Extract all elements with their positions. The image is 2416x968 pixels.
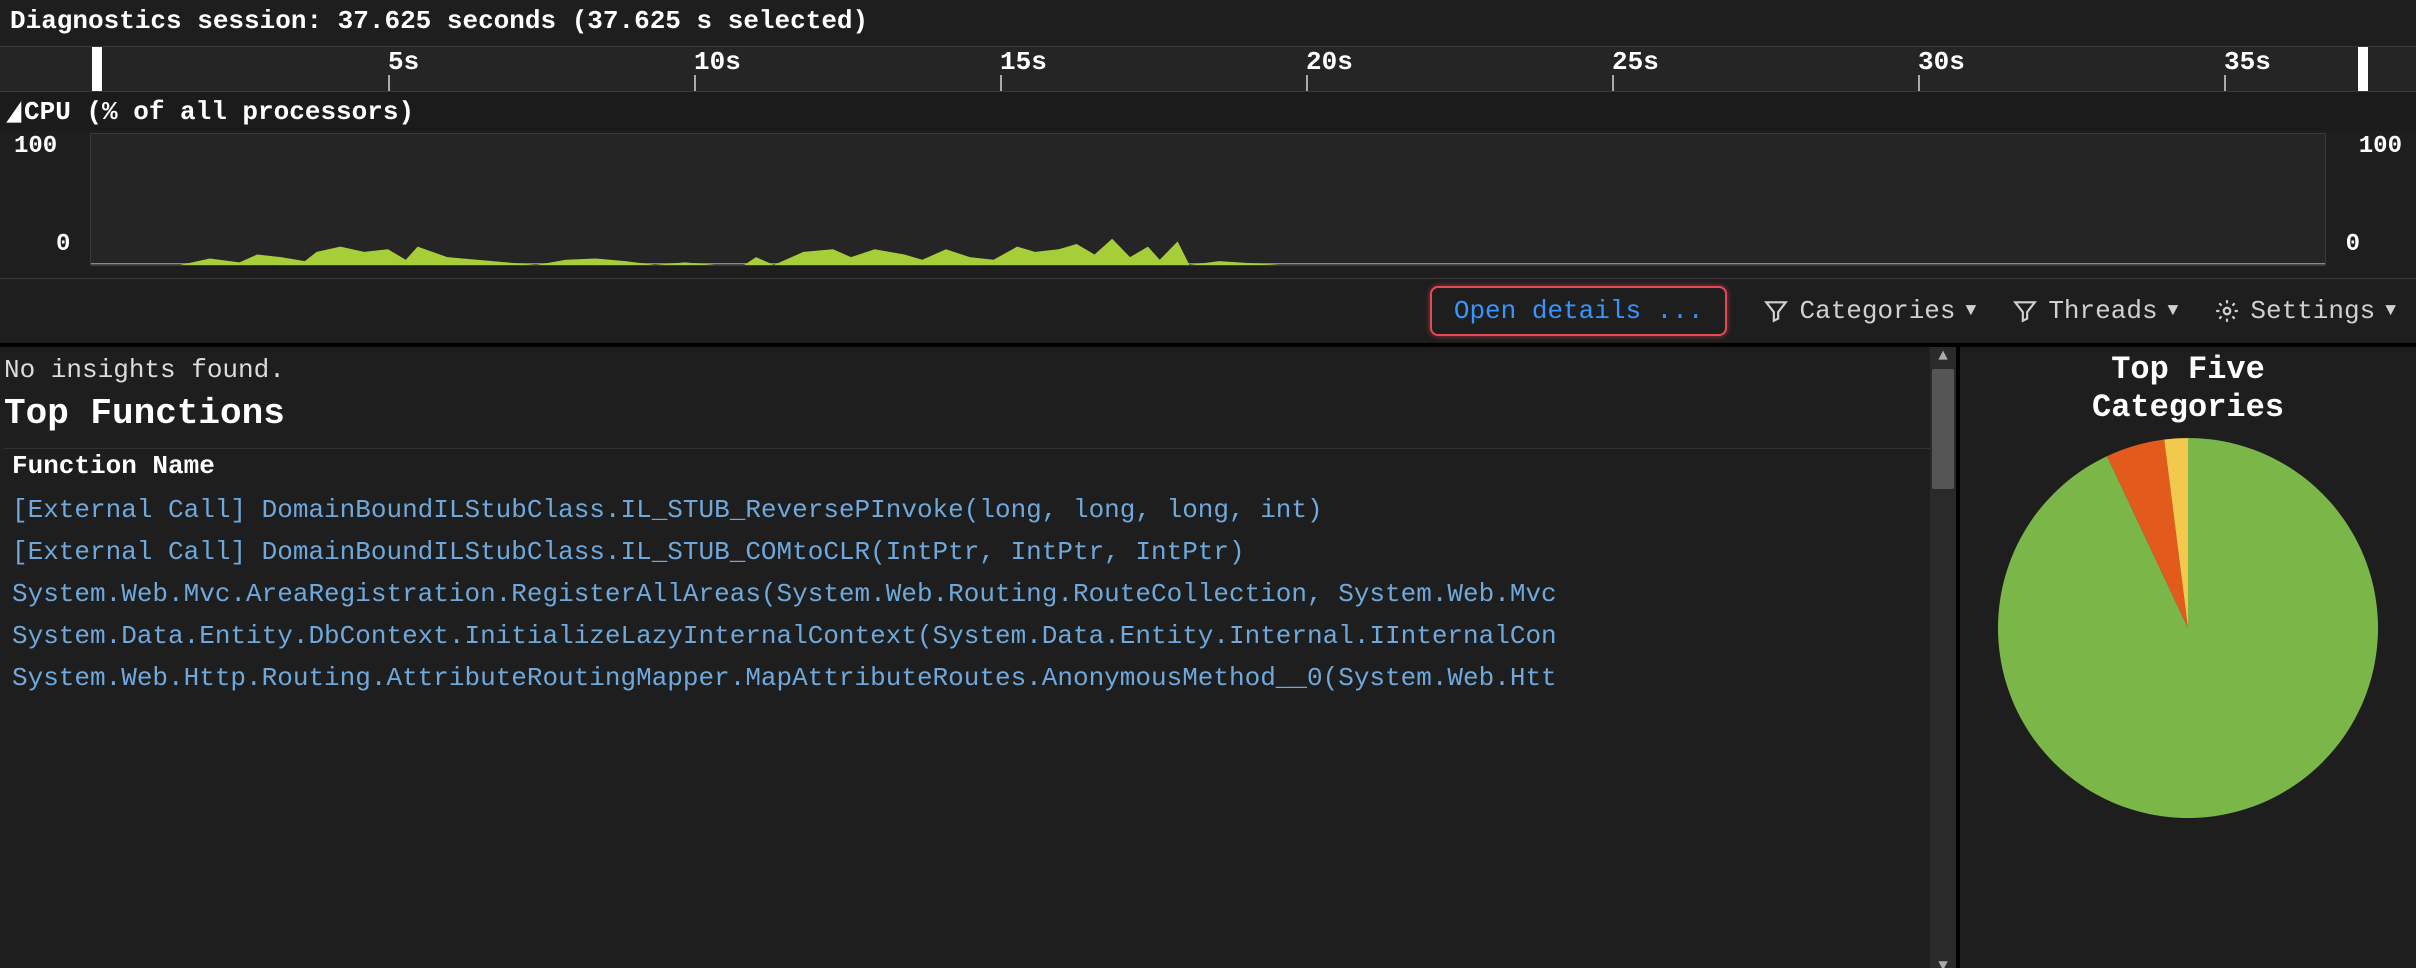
cpu-sparkline xyxy=(91,134,2325,265)
ruler-tick: 20s xyxy=(1306,47,1353,77)
insights-text: No insights found. xyxy=(4,353,1956,391)
functions-pane: No insights found. Top Functions Functio… xyxy=(0,347,1956,968)
open-details-link[interactable]: Open details ... xyxy=(1454,296,1704,326)
function-row[interactable]: System.Web.Mvc.AreaRegistration.Register… xyxy=(4,573,1956,615)
cpu-ymin-right: 0 xyxy=(2346,231,2360,258)
ruler-tick: 10s xyxy=(694,47,741,77)
pie-svg xyxy=(1998,438,2378,818)
scroll-down-arrow-icon[interactable]: ▼ xyxy=(1930,957,1956,968)
function-row[interactable]: [External Call] DomainBoundILStubClass.I… xyxy=(4,489,1956,531)
ruler-tick: 25s xyxy=(1612,47,1659,77)
top-functions-title: Top Functions xyxy=(4,391,1956,448)
ruler-tick: 15s xyxy=(1000,47,1047,77)
chevron-down-icon: ▼ xyxy=(1966,301,1977,321)
funnel-icon xyxy=(2012,298,2038,324)
categories-pie-pane: Top Five Categories xyxy=(1956,347,2416,968)
function-row[interactable]: System.Data.Entity.DbContext.InitializeL… xyxy=(4,615,1956,657)
threads-filter-button[interactable]: Threads ▼ xyxy=(2012,296,2178,326)
vertical-scrollbar[interactable]: ▲ ▼ xyxy=(1930,347,1956,968)
settings-label: Settings xyxy=(2250,296,2375,326)
threads-label: Threads xyxy=(2048,296,2157,326)
ruler-tick: 30s xyxy=(1918,47,1965,77)
open-details-highlight: Open details ... xyxy=(1430,286,1728,336)
pie-title: Top Five Categories xyxy=(2092,351,2284,428)
function-row[interactable]: [External Call] DomainBoundILStubClass.I… xyxy=(4,531,1956,573)
categories-label: Categories xyxy=(1799,296,1955,326)
cpu-panel-header[interactable]: ◢CPU (% of all processors) xyxy=(0,92,2416,131)
toolbar: Open details ... Categories ▼ Threads ▼ … xyxy=(0,279,2416,347)
function-row[interactable]: System.Web.Http.Routing.AttributeRouting… xyxy=(4,657,1956,699)
cpu-ymin-left: 0 xyxy=(56,231,70,258)
selection-end-handle[interactable] xyxy=(2358,47,2368,91)
lower-split: No insights found. Top Functions Functio… xyxy=(0,347,2416,968)
selection-start-handle[interactable] xyxy=(92,47,102,91)
cpu-ymax-left: 100 xyxy=(14,133,57,160)
disclosure-triangle-icon[interactable]: ◢ xyxy=(7,96,21,127)
chevron-down-icon: ▼ xyxy=(2168,301,2179,321)
cpu-graph-canvas[interactable] xyxy=(90,133,2326,266)
categories-filter-button[interactable]: Categories ▼ xyxy=(1763,296,1976,326)
scroll-thumb[interactable] xyxy=(1932,369,1954,489)
ruler-tick: 5s xyxy=(388,47,419,77)
cpu-ymax-right: 100 xyxy=(2359,133,2402,160)
chevron-down-icon: ▼ xyxy=(2385,301,2396,321)
function-name-column-header[interactable]: Function Name xyxy=(4,448,1956,489)
cpu-graph[interactable]: 100 0 100 0 xyxy=(0,131,2416,279)
ruler-tick: 35s xyxy=(2224,47,2271,77)
gear-icon xyxy=(2214,298,2240,324)
settings-button[interactable]: Settings ▼ xyxy=(2214,296,2396,326)
scroll-up-arrow-icon[interactable]: ▲ xyxy=(1930,347,1956,365)
cpu-header-label: CPU (% of all processors) xyxy=(24,97,414,127)
timeline-ruler[interactable]: 5s 10s 15s 20s 25s 30s 35s xyxy=(0,46,2416,92)
funnel-icon xyxy=(1763,298,1789,324)
session-header: Diagnostics session: 37.625 seconds (37.… xyxy=(0,0,2416,46)
pie-chart[interactable] xyxy=(1998,438,2378,818)
